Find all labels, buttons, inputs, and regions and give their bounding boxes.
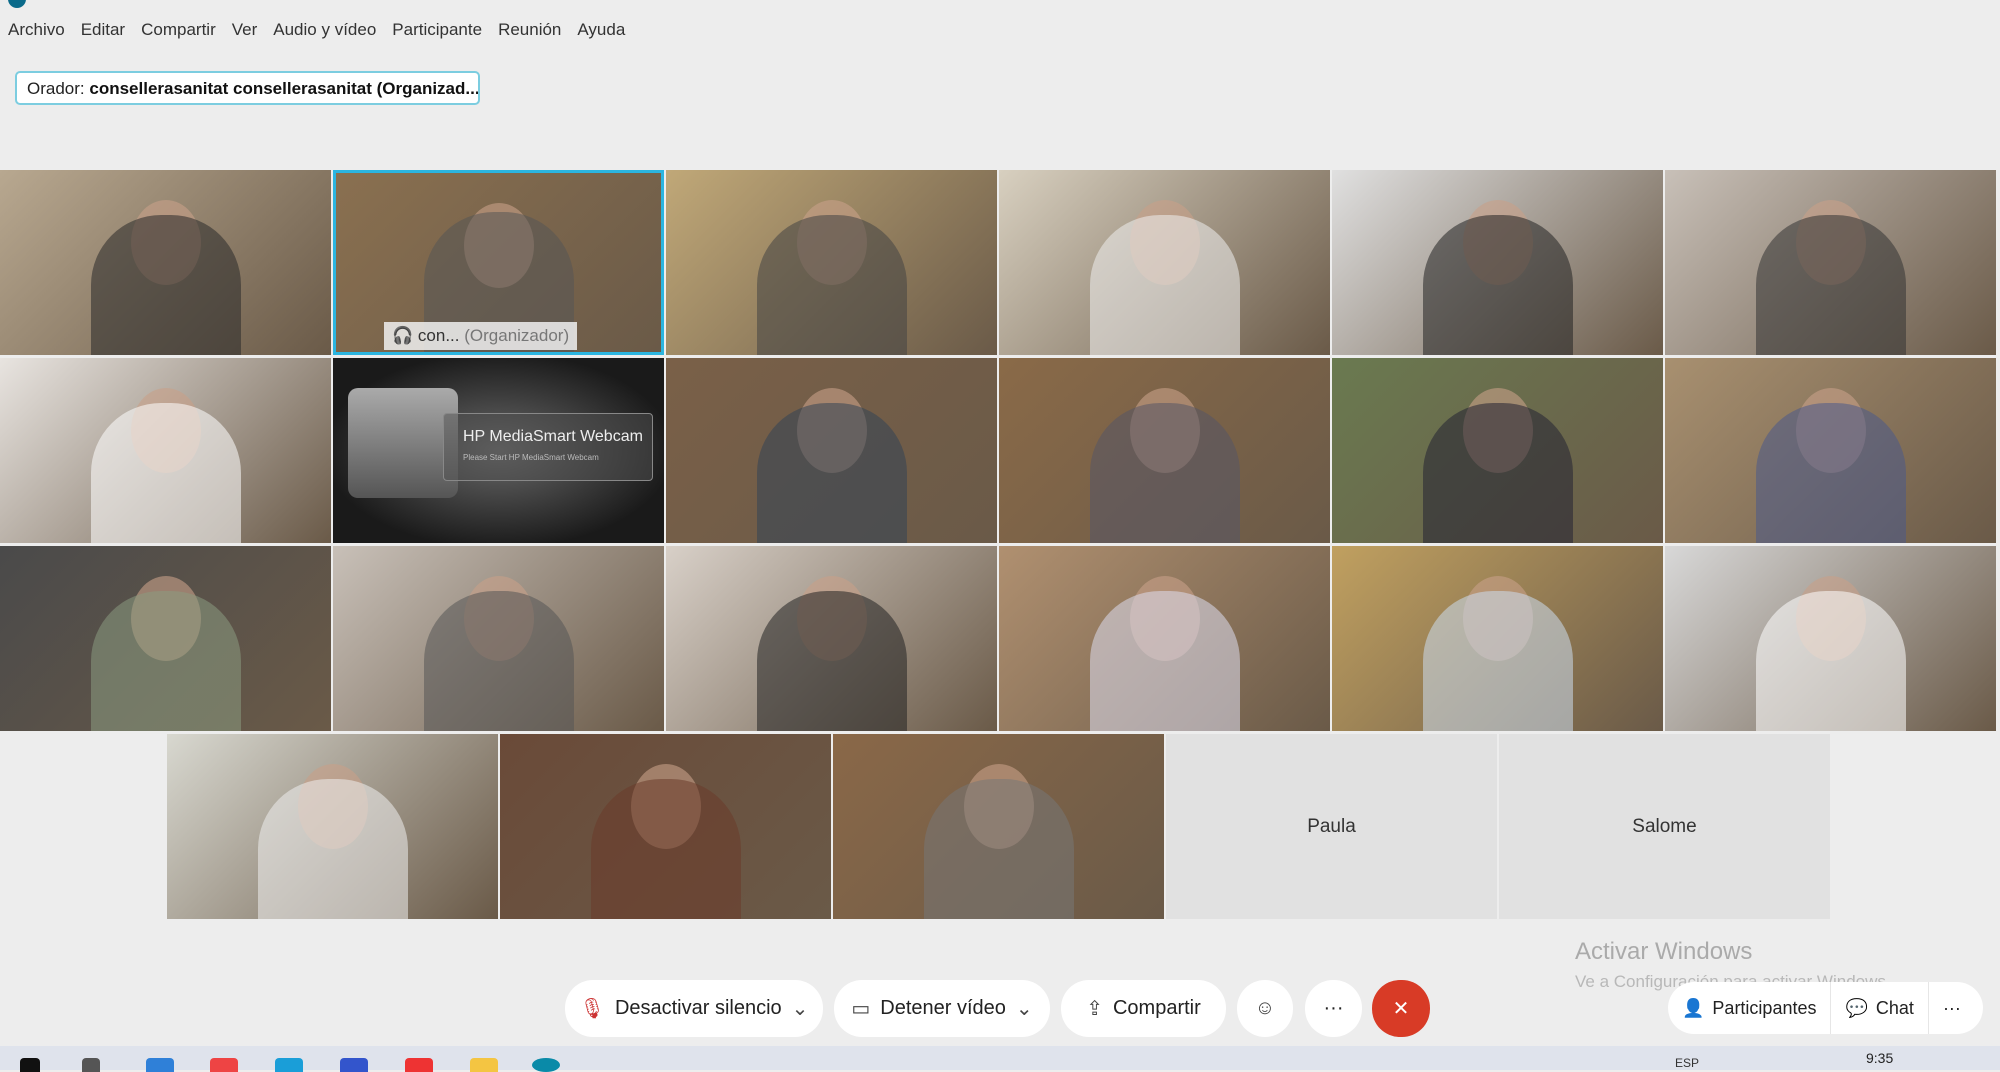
menu-bar: Archivo Editar Compartir Ver Audio y víd…: [8, 20, 625, 40]
speaker-name: consellerasanitat consellerasanitat (Org…: [89, 79, 480, 98]
participant-video-tile[interactable]: [500, 734, 831, 919]
participant-video-tile[interactable]: [333, 546, 664, 731]
chat-label: Chat: [1875, 997, 1914, 1018]
participant-body: [1422, 591, 1573, 731]
participant-body: [257, 779, 408, 919]
video-label: Detener vídeo: [880, 997, 1006, 1019]
stop-video-button[interactable]: ▭ Detener vídeo ⌄: [834, 980, 1050, 1037]
mute-button[interactable]: 🎙 Desactivar silencio ⌄: [565, 980, 823, 1037]
menu-ayuda[interactable]: Ayuda: [577, 20, 625, 40]
more-label: ···: [1323, 997, 1344, 1019]
person-icon: 👤: [1682, 997, 1705, 1018]
participant-video-tile[interactable]: [1665, 546, 1996, 731]
share-icon: ⇪: [1086, 998, 1103, 1020]
participant-video-tile[interactable]: HP MediaSmart Webcam Please Start HP Medi…: [333, 358, 664, 543]
participant-name-tile[interactable]: Salome: [1499, 734, 1830, 919]
speaker-label: Orador:: [27, 79, 85, 98]
menu-participante[interactable]: Participante: [392, 20, 482, 40]
participant-body: [90, 591, 241, 731]
participant-video-tile[interactable]: [1332, 546, 1663, 731]
video-camera-icon: ▭: [851, 998, 871, 1020]
webcam-subtitle: Please Start HP MediaSmart Webcam: [463, 453, 599, 462]
participant-video-tile[interactable]: [999, 546, 1330, 731]
participant-video-tile[interactable]: [999, 358, 1330, 543]
menu-ver[interactable]: Ver: [232, 20, 258, 40]
active-speaker-indicator[interactable]: Orador: consellerasanitat consellerasani…: [15, 71, 480, 105]
participant-video-tile[interactable]: [1332, 358, 1663, 543]
participant-video-tile[interactable]: [666, 170, 997, 355]
webcam-icon: [348, 388, 458, 498]
participants-button[interactable]: 👤 Participantes: [1668, 982, 1832, 1034]
menu-editar[interactable]: Editar: [81, 20, 125, 40]
organizer-role: (Organizador): [464, 326, 570, 345]
participant-video-tile[interactable]: 🎧 con... (Organizador): [333, 170, 664, 355]
participant-video-tile[interactable]: [666, 546, 997, 731]
participant-video-tile[interactable]: [1665, 358, 1996, 543]
participant-video-tile[interactable]: [0, 358, 331, 543]
title-bar: [0, 0, 2000, 8]
participant-body: [756, 403, 907, 543]
activation-watermark-title: Activar Windows: [1575, 938, 1753, 965]
share-label: Compartir: [1112, 997, 1201, 1019]
menu-reunion[interactable]: Reunión: [498, 20, 561, 40]
organizer-name: con...: [417, 326, 460, 345]
close-icon: ✕: [1392, 998, 1410, 1020]
windows-taskbar: ESP 9:35: [0, 1046, 2000, 1072]
participant-video-tile[interactable]: [0, 546, 331, 731]
language-indicator[interactable]: ESP: [1675, 1056, 1699, 1070]
menu-audio-video[interactable]: Audio y vídeo: [273, 20, 376, 40]
participant-video-tile[interactable]: [1665, 170, 1996, 355]
chat-button[interactable]: 💬 Chat: [1831, 982, 1929, 1034]
mute-label: Desactivar silencio: [614, 997, 782, 1019]
participant-name-tile[interactable]: Paula: [1166, 734, 1497, 919]
chat-bubble-icon: 💬: [1845, 997, 1868, 1018]
side-panel-controls: 👤 Participantes 💬 Chat ···: [1668, 982, 1983, 1034]
webcam-placeholder-panel: [443, 413, 653, 481]
participant-body: [1755, 403, 1906, 543]
panel-more-button[interactable]: ···: [1929, 982, 1975, 1034]
chevron-down-icon[interactable]: ⌄: [1016, 996, 1033, 1021]
end-call-button[interactable]: ✕: [1372, 980, 1430, 1037]
emoji-icon: ☺: [1254, 997, 1276, 1019]
participant-body: [1422, 215, 1573, 355]
more-label: ···: [1942, 997, 1961, 1018]
microphone-muted-icon: 🎙: [579, 998, 605, 1020]
more-options-button[interactable]: ···: [1305, 980, 1362, 1037]
participant-video-tile[interactable]: [999, 170, 1330, 355]
participant-body: [756, 591, 907, 731]
participant-body: [90, 403, 241, 543]
headset-icon: 🎧: [392, 326, 414, 345]
menu-compartir[interactable]: Compartir: [141, 20, 216, 40]
participant-body: [1089, 403, 1240, 543]
participant-body: [590, 779, 741, 919]
participant-body: [1755, 215, 1906, 355]
participant-body: [1089, 215, 1240, 355]
participant-body: [1089, 591, 1240, 731]
webcam-title: HP MediaSmart Webcam: [463, 428, 643, 445]
participant-video-tile[interactable]: [833, 734, 1164, 919]
reactions-button[interactable]: ☺: [1237, 980, 1293, 1037]
menu-archivo[interactable]: Archivo: [8, 20, 65, 40]
clock[interactable]: 9:35: [1866, 1050, 1893, 1066]
participant-body: [90, 215, 241, 355]
participant-video-tile[interactable]: [167, 734, 498, 919]
participant-body: [756, 215, 907, 355]
organizer-label: 🎧 con... (Organizador): [384, 322, 578, 350]
participant-body: [1422, 403, 1573, 543]
participant-video-tile[interactable]: [666, 358, 997, 543]
share-button[interactable]: ⇪ Compartir: [1061, 980, 1226, 1037]
participant-name: Paula: [1307, 815, 1356, 837]
participant-body: [923, 779, 1074, 919]
participants-label: Participantes: [1712, 997, 1817, 1018]
participant-name: Salome: [1632, 815, 1697, 837]
chevron-down-icon[interactable]: ⌄: [792, 996, 809, 1021]
participant-body: [423, 591, 574, 731]
participant-video-tile[interactable]: [1332, 170, 1663, 355]
participant-video-tile[interactable]: [0, 170, 331, 355]
participant-body: [1755, 591, 1906, 731]
app-logo-icon: [8, 0, 26, 8]
